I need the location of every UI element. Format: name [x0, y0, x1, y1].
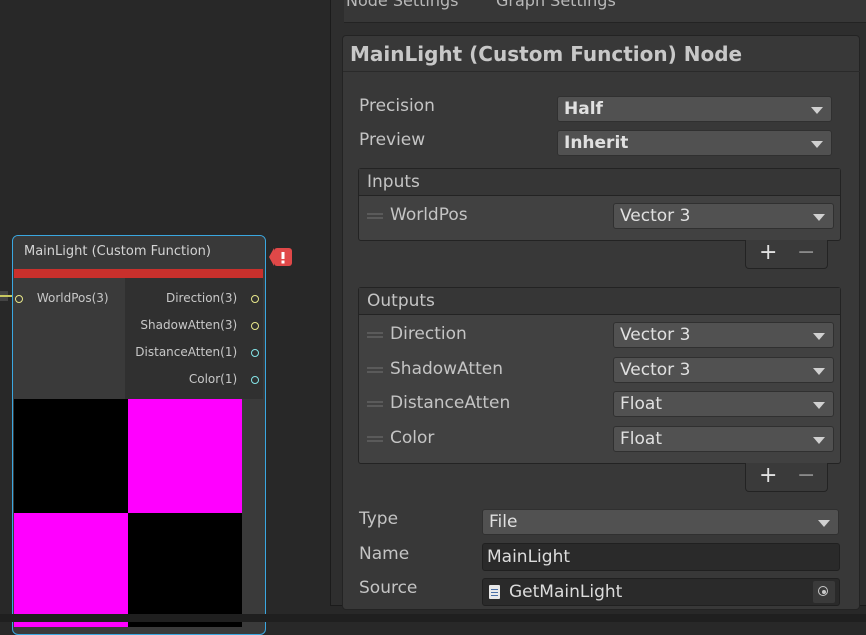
dropdown-value: Vector 3	[620, 206, 691, 226]
name-label: Name	[359, 544, 410, 564]
port-direction[interactable]: Direction(3)	[166, 288, 259, 308]
precision-label: Precision	[359, 96, 435, 116]
tab-node-settings[interactable]: Node Settings	[346, 0, 458, 10]
error-warning-icon[interactable]	[269, 247, 293, 267]
chevron-down-icon	[811, 107, 823, 114]
output-name-shadowatten[interactable]: ShadowAtten	[390, 359, 503, 379]
node-ports: WorldPos(3) Direction(3) ShadowAtten(3) …	[13, 278, 265, 399]
port-connector-icon[interactable]	[251, 348, 259, 357]
port-color[interactable]: Color(1)	[189, 369, 259, 389]
output-type-dropdown[interactable]: Vector 3	[613, 357, 834, 383]
dropdown-value: File	[489, 512, 518, 532]
output-type-dropdown[interactable]: Vector 3	[613, 322, 834, 348]
port-label: DistanceAtten(1)	[135, 345, 238, 359]
remove-input-button[interactable]: −	[797, 240, 815, 266]
chevron-down-icon	[813, 437, 825, 444]
panel-title: MainLight (Custom Function) Node	[350, 42, 743, 66]
chevron-down-icon	[813, 402, 825, 409]
drag-handle-icon[interactable]	[367, 436, 383, 442]
preview-label: Preview	[359, 130, 426, 150]
preview-tile	[128, 513, 242, 627]
dropdown-value: Vector 3	[620, 360, 691, 380]
type-dropdown[interactable]: File	[482, 509, 839, 535]
inputs-add-remove: + −	[745, 240, 828, 269]
preview-tile	[14, 399, 128, 513]
port-connector-icon[interactable]	[251, 294, 259, 303]
output-type-dropdown[interactable]: Float	[613, 426, 834, 452]
port-connector-icon[interactable]	[251, 321, 259, 330]
custom-function-node[interactable]: MainLight (Custom Function) WorldPos(3) …	[12, 235, 266, 635]
drag-handle-icon[interactable]	[367, 401, 383, 407]
divider	[343, 71, 860, 72]
node-error-bar	[14, 269, 263, 278]
dropdown-value: Inherit	[564, 133, 629, 153]
precision-dropdown[interactable]: Half	[557, 96, 832, 122]
output-name-direction[interactable]: Direction	[390, 324, 467, 344]
drag-handle-icon[interactable]	[367, 367, 383, 373]
chevron-down-icon	[818, 520, 830, 527]
node-preview	[14, 399, 242, 634]
file-icon	[489, 585, 500, 599]
name-field[interactable]: MainLight	[482, 543, 840, 571]
output-type-dropdown[interactable]: Float	[613, 391, 834, 417]
input-type-dropdown[interactable]: Vector 3	[613, 203, 834, 229]
preview-tile	[128, 399, 242, 513]
source-value: GetMainLight	[509, 582, 623, 602]
preview-tile	[14, 513, 128, 627]
bottom-strip	[0, 614, 866, 622]
port-label: ShadowAtten(3)	[140, 318, 238, 332]
chevron-down-icon	[813, 368, 825, 375]
drag-handle-icon[interactable]	[367, 213, 383, 219]
outputs-add-remove: + −	[745, 463, 828, 492]
chevron-down-icon	[813, 214, 825, 221]
source-object-field[interactable]: GetMainLight	[482, 578, 840, 606]
output-ports: Direction(3) ShadowAtten(3) DistanceAtte…	[125, 278, 263, 399]
port-worldpos[interactable]: WorldPos(3)	[15, 288, 109, 308]
output-name-distanceatten[interactable]: DistanceAtten	[390, 393, 510, 413]
remove-output-button[interactable]: −	[797, 463, 815, 489]
outputs-list: Outputs Direction Vector 3 ShadowAtten V…	[358, 287, 841, 464]
preview-dropdown[interactable]: Inherit	[557, 130, 832, 156]
inspector-tabs: Node Settings Graph Settings	[344, 0, 866, 23]
output-name-color[interactable]: Color	[390, 428, 434, 448]
source-label: Source	[359, 578, 418, 598]
dropdown-value: Vector 3	[620, 325, 691, 345]
chevron-down-icon	[813, 333, 825, 340]
object-picker-icon[interactable]	[813, 581, 835, 603]
dropdown-value: Half	[564, 99, 603, 119]
dropdown-value: Float	[620, 394, 662, 414]
port-label: WorldPos(3)	[36, 291, 109, 305]
inputs-header: Inputs	[359, 169, 840, 196]
input-name-worldpos[interactable]: WorldPos	[390, 205, 468, 225]
add-input-button[interactable]: +	[759, 240, 777, 266]
port-connector-icon[interactable]	[251, 375, 259, 384]
add-output-button[interactable]: +	[759, 463, 777, 489]
inputs-list: Inputs WorldPos Vector 3	[358, 168, 841, 241]
dropdown-value: Float	[620, 429, 662, 449]
node-title: MainLight (Custom Function)	[13, 236, 265, 268]
tab-graph-settings[interactable]: Graph Settings	[496, 0, 616, 10]
port-shadowatten[interactable]: ShadowAtten(3)	[140, 315, 259, 335]
port-distanceatten[interactable]: DistanceAtten(1)	[135, 342, 259, 362]
input-ports: WorldPos(3)	[13, 278, 125, 399]
port-label: Direction(3)	[165, 291, 238, 305]
outputs-header: Outputs	[359, 288, 840, 315]
port-connector-icon[interactable]	[15, 294, 23, 303]
port-label: Color(1)	[188, 372, 238, 386]
type-label: Type	[359, 509, 399, 529]
chevron-down-icon	[811, 141, 823, 148]
drag-handle-icon[interactable]	[367, 332, 383, 338]
